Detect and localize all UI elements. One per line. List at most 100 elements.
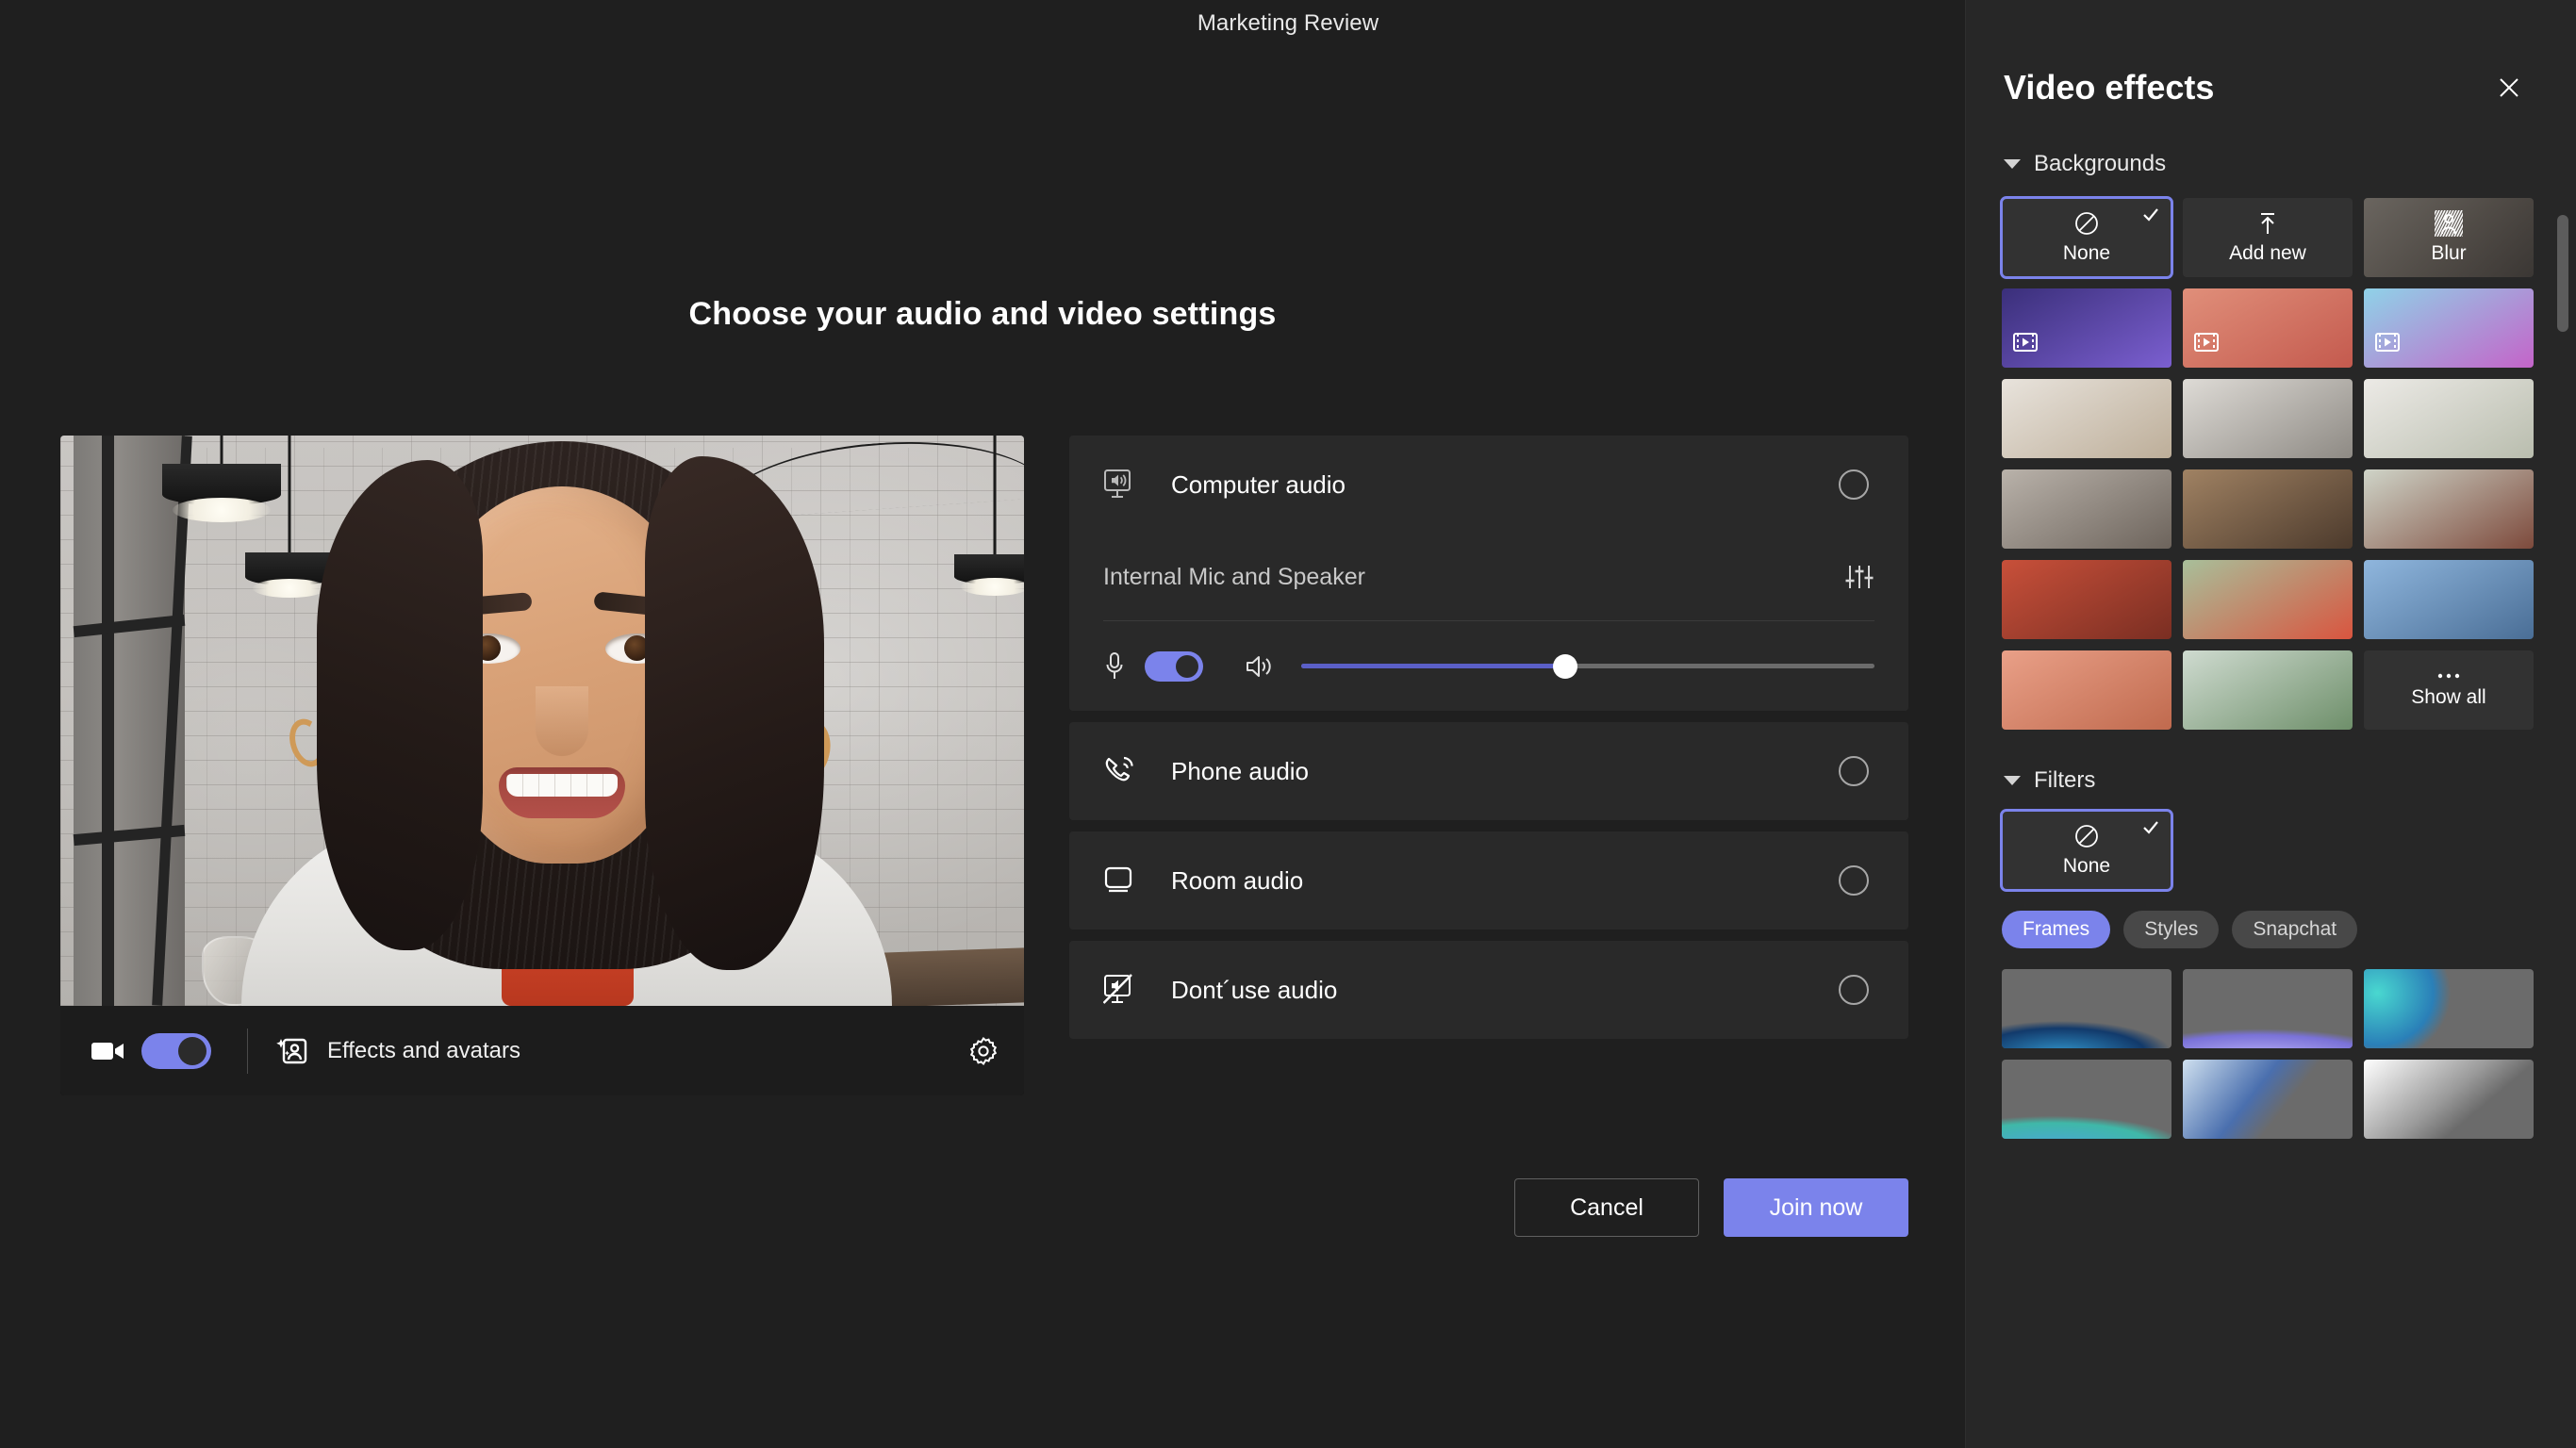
background-tile-item-9[interactable] [2002,469,2171,549]
filter-tile-item-1[interactable] [2183,969,2353,1048]
audio-device-controls [1103,620,1874,711]
background-tile-item-5[interactable] [2364,288,2534,368]
filter-frame-graphic [2183,969,2353,1048]
filter-frame-graphic [2364,1060,2534,1139]
background-tile-add-new[interactable]: Add new [2183,198,2353,277]
filter-frame-graphic [2183,1060,2353,1139]
background-tile-item-11[interactable] [2364,469,2534,549]
audio-option-radio[interactable] [1839,975,1869,1005]
computer-audio-block: Computer audio Internal Mic and Speaker [1069,436,1908,711]
background-tile-label: Add new [2229,242,2306,264]
audio-sliders-icon[interactable] [1844,562,1874,592]
video-badge-icon [2375,333,2400,356]
close-panel-button[interactable] [2495,74,2523,102]
speaker-icon [1245,652,1275,681]
filter-tab-snapchat[interactable]: Snapchat [2232,911,2358,948]
background-tile-label: None [2062,242,2111,264]
phone-ring-icon [1103,755,1156,787]
video-effects-title: Video effects [2004,68,2215,107]
background-tile-item-7[interactable] [2183,379,2353,458]
background-tile-blur[interactable]: Blur [2364,198,2534,277]
background-tile-item-13[interactable] [2183,560,2353,639]
filters-section-label: Filters [2034,767,2096,793]
chevron-down-icon [2004,159,2021,169]
filter-frame-graphic [2002,1060,2171,1139]
filter-tile-item-2[interactable] [2364,969,2534,1048]
no-audio-block: Dont´use audio [1069,941,1908,1039]
video-effects-panel: Video effects Backgrounds None Add new Blu… [1965,0,2576,1448]
filters-grid [1966,969,2576,1139]
audio-option-computer-audio[interactable]: Computer audio [1069,436,1908,534]
background-tile-show-all[interactable]: Show all [2364,650,2534,730]
backgrounds-section-header[interactable]: Backgrounds [1966,151,2576,177]
page-title: Choose your audio and video settings [688,296,1277,332]
background-tile-none[interactable]: None [2000,196,2173,279]
filter-tile-item-0[interactable] [2002,969,2171,1048]
background-tile-label: Show all [2411,686,2486,708]
blur-person-icon [2435,210,2463,237]
video-preview-toolbar: Effects and avatars [60,1006,1024,1095]
video-preview-card: Effects and avatars [60,436,1024,1095]
background-tile-item-8[interactable] [2364,379,2534,458]
filter-tile-label: None [2062,855,2111,877]
audio-device-section: Internal Mic and Speaker [1069,534,1908,711]
filter-tile-item-5[interactable] [2364,1060,2534,1139]
more-dots-icon [2437,673,2460,679]
background-tile-item-15[interactable] [2002,650,2171,730]
room-display-icon [1103,866,1156,895]
audio-option-radio[interactable] [1839,469,1869,500]
audio-option-label: Dont´use audio [1171,975,1338,1004]
volume-slider[interactable] [1301,651,1874,682]
audio-device-header: Internal Mic and Speaker [1103,534,1874,620]
filter-tile-item-4[interactable] [2183,1060,2353,1139]
background-tile-item-14[interactable] [2364,560,2534,639]
effects-and-avatars-label: Effects and avatars [327,1037,521,1063]
audio-option-radio[interactable] [1839,756,1869,786]
audio-option-label: Room audio [1171,865,1304,895]
filter-frame-graphic [2002,969,2171,1048]
action-buttons: Cancel Join now [1069,1178,1908,1237]
no-effect-icon [2075,212,2098,235]
filters-section-header[interactable]: Filters [1966,767,2576,794]
filter-tab-frames[interactable]: Frames [2002,911,2111,948]
scrollbar-thumb[interactable] [2557,215,2568,332]
toolbar-divider [247,1028,248,1074]
no-audio-icon [1103,974,1156,1006]
audio-option-dont-use-audio[interactable]: Dont´use audio [1069,941,1908,1039]
background-tile-item-4[interactable] [2183,288,2353,368]
video-badge-icon [2013,333,2038,356]
device-settings-button[interactable] [967,1035,999,1067]
filter-tab-styles[interactable]: Styles [2123,911,2220,948]
join-now-button[interactable]: Join now [1724,1178,1908,1237]
main-content: Choose your audio and video settings Eff… [0,47,1965,1448]
microphone-icon [1103,650,1126,683]
video-badge-icon [2194,333,2219,356]
microphone-toggle[interactable] [1145,650,1203,682]
camera-toggle[interactable] [141,1032,211,1069]
background-tile-item-10[interactable] [2183,469,2353,549]
filter-category-tabs: Frames Styles Snapchat [1966,911,2576,948]
filter-tile-none[interactable]: None [2000,809,2173,892]
camera-preview [60,436,1024,1006]
background-tile-item-16[interactable] [2183,650,2353,730]
audio-option-phone-audio[interactable]: Phone audio [1069,722,1908,820]
backgrounds-grid: None Add new Blur Show all [1966,196,2576,730]
cancel-button[interactable]: Cancel [1514,1178,1699,1237]
background-tile-label: Blur [2431,242,2467,264]
phone-audio-block: Phone audio [1069,722,1908,820]
teams-prejoin-window: Marketing Review Choose your audio and v… [0,0,2576,1448]
participant-video-image [241,436,892,1006]
audio-option-label: Computer audio [1171,469,1346,499]
audio-option-radio[interactable] [1839,865,1869,896]
room-audio-block: Room audio [1069,831,1908,930]
chevron-down-icon [2004,776,2021,785]
background-tile-item-6[interactable] [2002,379,2171,458]
no-effect-icon [2075,825,2098,847]
audio-device-name: Internal Mic and Speaker [1103,563,1365,590]
panel-scrollbar[interactable] [2557,215,2568,1393]
filter-tile-item-3[interactable] [2002,1060,2171,1139]
audio-option-room-audio[interactable]: Room audio [1069,831,1908,930]
effects-and-avatars-button[interactable]: Effects and avatars [276,1035,520,1067]
background-tile-item-12[interactable] [2002,560,2171,639]
background-tile-item-3[interactable] [2002,288,2171,368]
